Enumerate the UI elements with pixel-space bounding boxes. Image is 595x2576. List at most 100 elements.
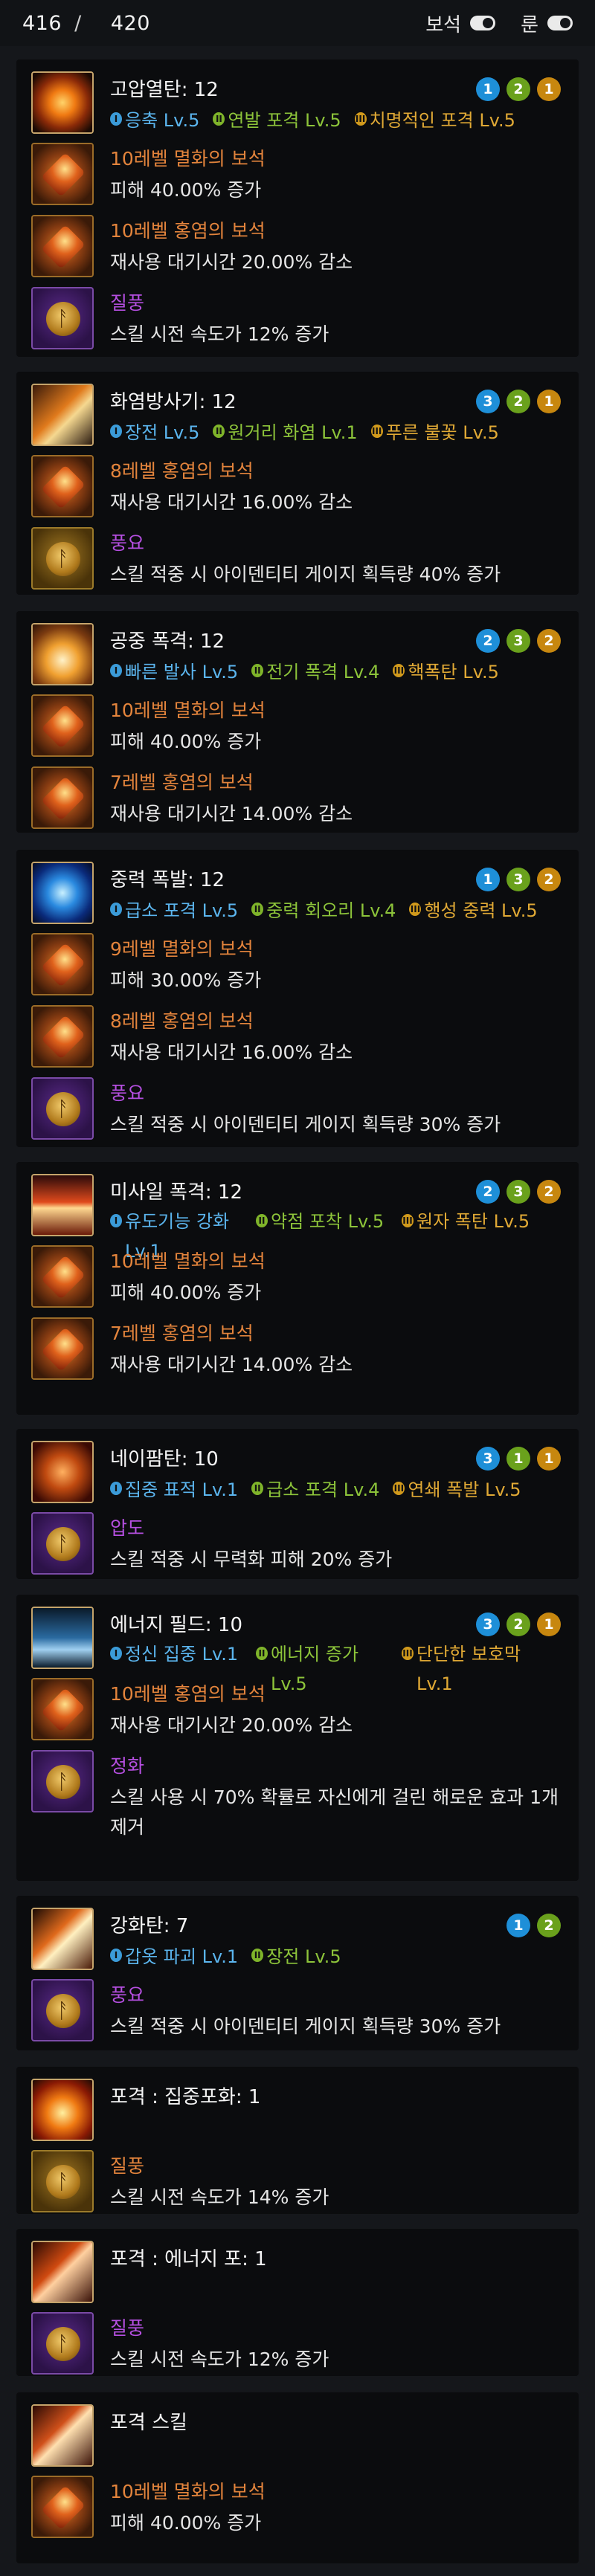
skill-name: 에너지 필드: 10 [110, 1610, 242, 1637]
skill-card: 포격 스킬 10레벨 멸화의 보석 피해 40.00% 증가 [16, 2392, 579, 2563]
fire-burst-icon[interactable] [31, 71, 94, 134]
tripod-item[interactable]: I 응축 Lv.5 [110, 106, 199, 132]
tripod-tier-icon: I [110, 663, 122, 677]
skill-name: 중력 폭발: 12 [110, 865, 225, 892]
gem-art [33, 768, 92, 827]
skill-name: 네이팜탄: 10 [110, 1444, 219, 1471]
tripod-badge: 3 [506, 1180, 530, 1204]
gem-icon[interactable] [31, 1678, 94, 1740]
rune-row: 정화스킬 사용 시 70% 확률로 자신에게 걸린 해로운 효과 1개 제거 [16, 1746, 579, 1842]
skill-card: 에너지 필드: 10 3 2 1 I 정신 집중 Lv.1 II 에너지 증가 Lv.5 III… [16, 1595, 579, 1881]
rune-icon[interactable] [31, 527, 94, 590]
tripod-tier-icon: III [409, 902, 422, 916]
flamethrower-icon[interactable] [31, 384, 94, 446]
effect-description: 스킬 사용 시 70% 확률로 자신에게 걸린 해로운 효과 1개 제거 [110, 1786, 559, 1838]
tripod-item[interactable]: II 급소 포격 Lv.4 [251, 1475, 379, 1501]
skill-title: 네이팜탄 [110, 1448, 181, 1471]
tripod-badge: 1 [537, 77, 561, 101]
gem-title: 8레벨 홍염의 보석 [110, 1010, 254, 1032]
skill-card: 강화탄: 7 12 I갑옷 파괴 Lv.1 II장전 Lv.5 풍요스킬 적중 시 아이… [16, 1896, 579, 2050]
air-strike-icon[interactable] [31, 623, 94, 685]
tripod-item[interactable]: I 빠른 발사 Lv.5 [110, 657, 238, 683]
tripod-item[interactable]: II 장전 Lv.5 [251, 1942, 341, 1968]
rune-icon[interactable] [31, 1512, 94, 1575]
tripod-item[interactable]: III 연쇄 폭발 Lv.5 [393, 1475, 521, 1501]
top-bar: 416 / 420 보석 룬 [0, 0, 595, 46]
energy-field-icon[interactable] [31, 1607, 94, 1669]
tripod-tier-icon: II [251, 902, 264, 916]
gem-icon[interactable] [31, 455, 94, 517]
barrage-skill-icon[interactable] [31, 2404, 94, 2467]
rune-title: 풍요 [110, 1082, 145, 1104]
napalm-icon[interactable] [31, 1441, 94, 1503]
skill-card: 화염방사기: 12 3 2 1 I 장전 Lv.5 II 원거리 화염 Lv.1 III 푸른 불… [16, 372, 579, 595]
rune-icon[interactable] [31, 2312, 94, 2375]
rune-icon[interactable] [31, 1979, 94, 2041]
tripod-tier-icon: III [370, 424, 383, 438]
tripod-tier-badges: 321 [476, 1613, 561, 1636]
tripod-item[interactable]: I 장전 Lv.5 [110, 418, 199, 444]
rune-title: 풍요 [110, 1984, 145, 2006]
skill-name: 강화탄: 7 [110, 1911, 188, 1938]
tripod-item[interactable]: I 갑옷 파괴 Lv.1 [110, 1942, 238, 1968]
skill-card: 포격 : 집중포화: 1 질풍스킬 시전 속도가 14% 증가 [16, 2067, 579, 2214]
skill-title: 중력 폭발 [110, 869, 187, 891]
tripod-name: 원거리 화염 Lv.1 [228, 422, 358, 443]
skill-header: 포격 : 집중포화: 1 [16, 2067, 579, 2146]
tripod-item[interactable]: II 연발 포격 Lv.5 [213, 106, 341, 132]
gem-icon[interactable] [31, 143, 94, 205]
gem-art [33, 1679, 92, 1739]
tripod-tier-icon: II [256, 1647, 268, 1660]
focus-barrage-icon[interactable] [31, 2079, 94, 2141]
tripod-tier-icon: I [110, 1647, 122, 1660]
gem-icon[interactable] [31, 694, 94, 757]
tripod-name: 전기 폭격 Lv.4 [266, 662, 380, 682]
effect-description: 재사용 대기시간 14.00% 감소 [110, 803, 353, 824]
tripod-item[interactable]: II 중력 회오리 Lv.4 [251, 896, 396, 922]
missile-strike-icon[interactable] [31, 1174, 94, 1236]
tripod-item[interactable]: III 치명적인 포격 Lv.5 [354, 106, 515, 132]
tripod-tier-badges: 321 [476, 390, 561, 413]
gem-icon[interactable] [31, 933, 94, 995]
gem-icon[interactable] [31, 215, 94, 277]
rune-icon[interactable] [31, 1077, 94, 1140]
tripod-badge: 2 [506, 1613, 530, 1636]
tripod-badge: 1 [506, 1914, 530, 1937]
gem-title: 9레벨 멸화의 보석 [110, 938, 254, 960]
tripod-item[interactable]: II 원거리 화염 Lv.1 [213, 418, 358, 444]
tripod-name: 갑옷 파괴 Lv.1 [125, 1946, 239, 1967]
skill-name: 화염방사기: 12 [110, 387, 237, 414]
rune-icon[interactable] [31, 1750, 94, 1812]
points-total: 420 [110, 11, 150, 35]
gem-icon[interactable] [31, 1245, 94, 1308]
skill-header: 공중 폭격: 12 2 3 2 I 빠른 발사 Lv.5 II 전기 폭격 Lv.4 III 핵폭… [16, 611, 579, 690]
gem-icon[interactable] [31, 1005, 94, 1068]
tripod-item[interactable]: III 핵폭탄 Lv.5 [393, 657, 499, 683]
gem-icon[interactable] [31, 2476, 94, 2538]
tripod-item[interactable]: III 행성 중력 Lv.5 [409, 896, 538, 922]
gem-toggle-group: 보석 [425, 10, 496, 37]
gem-row: 10레벨 멸화의 보석 피해 40.00% 증가 [16, 690, 579, 762]
skill-header: 네이팜탄: 10 3 1 1 I 집중 표적 Lv.1 II 급소 포격 Lv.4 III 연쇄 … [16, 1429, 579, 1508]
rune-icon[interactable] [31, 287, 94, 349]
tripod-badge: 2 [537, 1914, 561, 1937]
gem-icon[interactable] [31, 1317, 94, 1380]
tripod-item[interactable]: II 전기 폭격 Lv.4 [251, 657, 379, 683]
tripod-item[interactable]: I 급소 포격 Lv.5 [110, 896, 238, 922]
rune-toggle-switch[interactable] [547, 16, 573, 30]
gem-toggle-switch[interactable] [470, 16, 496, 30]
enhanced-shell-icon[interactable] [31, 1908, 94, 1970]
skill-icon-art [33, 2406, 92, 2465]
tripod-list: I 장전 Lv.5 II 원거리 화염 Lv.1 III 푸른 불꽃 Lv.5 [110, 418, 499, 444]
skill-name: 포격 스킬 [110, 2407, 187, 2435]
tripod-item[interactable]: I 집중 표적 Lv.1 [110, 1475, 238, 1501]
effect-description: 재사용 대기시간 20.00% 감소 [110, 1714, 353, 1736]
skill-icon-art [33, 1442, 92, 1502]
gem-art [33, 1319, 92, 1378]
tripod-item[interactable]: III 푸른 불꽃 Lv.5 [370, 418, 499, 444]
gravity-blast-icon[interactable] [31, 862, 94, 924]
rune-icon[interactable] [31, 2150, 94, 2212]
energy-cannon-icon[interactable] [31, 2241, 94, 2303]
tripod-badge: 3 [476, 390, 500, 413]
gem-icon[interactable] [31, 766, 94, 829]
